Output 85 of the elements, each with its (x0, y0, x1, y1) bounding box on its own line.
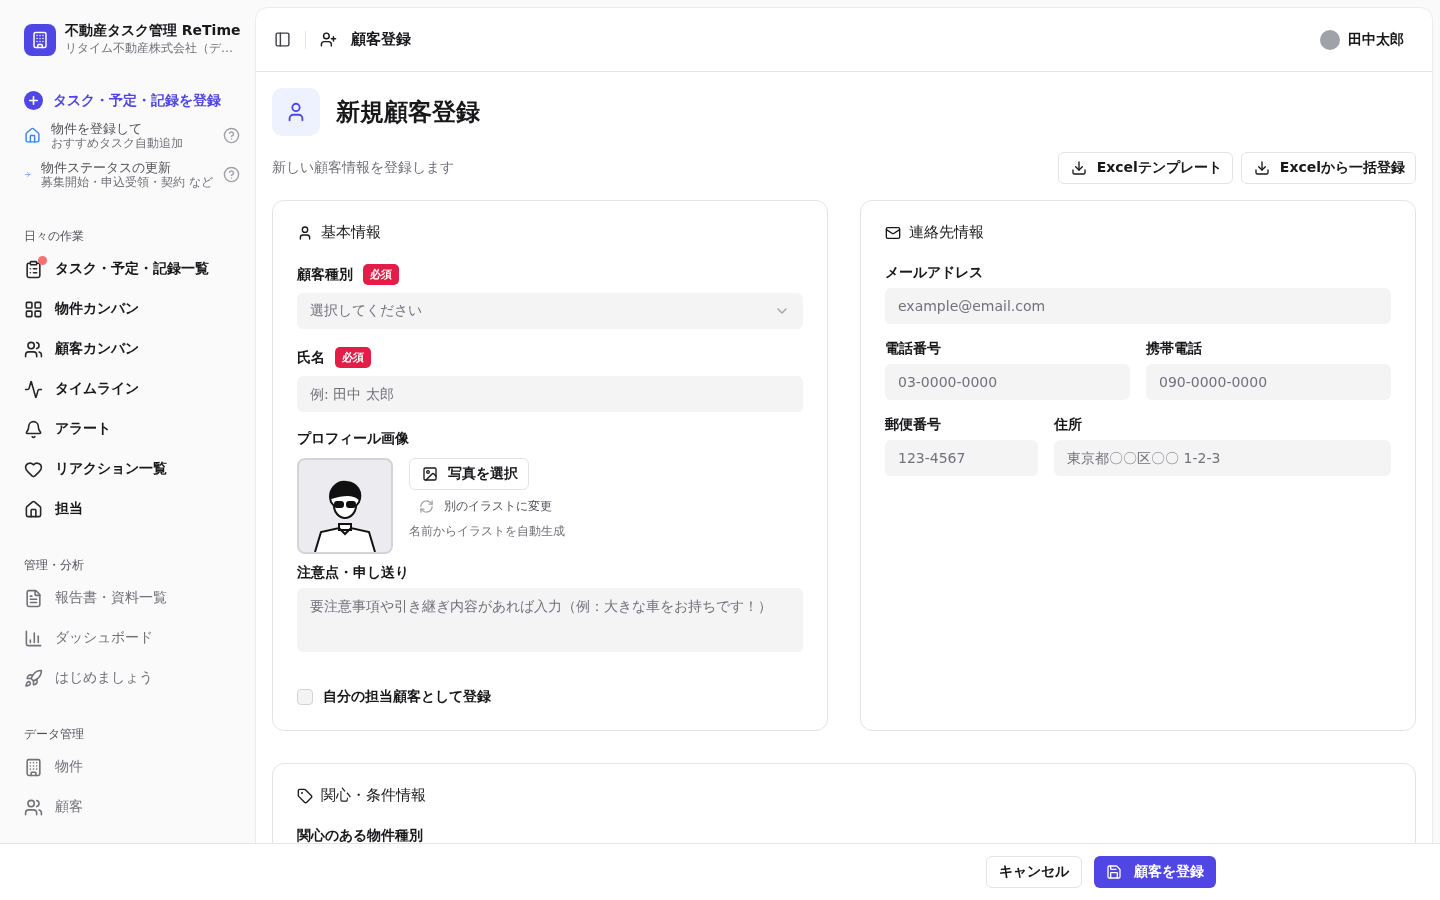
checkbox-label: 自分の担当顧客として登録 (323, 688, 491, 706)
change-illustration-button[interactable]: 別のイラストに変更 (409, 498, 562, 515)
sidebar-item[interactable]: リアクション一覧 (24, 449, 240, 489)
company-name: リタイム不動産株式会社（デ… (64, 40, 234, 57)
bar-chart-icon (24, 628, 43, 648)
user-icon (297, 224, 313, 241)
card-title: 関心・条件情報 (321, 786, 426, 805)
notes-textarea[interactable]: 要注意事項や引き継ぎ内容があれば入力（例：大きな車をお持ちです！） (297, 588, 803, 652)
app-logo-icon (24, 23, 56, 56)
app-title: 不動産タスク管理 ReTime (64, 22, 240, 40)
excel-button[interactable]: Excelテンプレート (1057, 152, 1233, 184)
page-title: 新規顧客登録 (336, 97, 480, 128)
sidebar-item[interactable]: はじめましょう (24, 658, 240, 698)
quick-action-link[interactable]: 物件ステータスの更新 募集開始・申込受領・契約 など (24, 155, 240, 194)
header-title: 顧客登録 (351, 30, 411, 49)
field-label: 氏名 (297, 348, 325, 367)
users-icon (24, 339, 43, 359)
download-icon (1253, 160, 1270, 176)
image-icon (422, 466, 438, 482)
field-label: 関心のある物件種別 (297, 827, 424, 845)
card-title: 基本情報 (321, 223, 381, 242)
sidebar-item[interactable]: ダッシュボード (24, 618, 240, 658)
sidebar-section-title: 管理・分析 (24, 557, 85, 574)
sidebar-item[interactable]: タイムライン (24, 369, 240, 409)
tag-icon (297, 787, 313, 804)
mail-icon (885, 224, 901, 241)
page-description: 新しい顧客情報を登録します (272, 159, 454, 177)
name-input[interactable]: 例: 田中 太郎 (297, 376, 803, 412)
choose-photo-button[interactable]: 写真を選択 (409, 458, 529, 490)
checkbox[interactable] (297, 689, 313, 705)
excel-button[interactable]: Excelから一括登録 (1240, 152, 1416, 184)
clipboard-icon (24, 259, 43, 279)
help-icon[interactable] (223, 166, 240, 183)
field-label: 住所 (1054, 416, 1084, 434)
field-label: 携帯電話 (1146, 340, 1203, 358)
submit-button[interactable]: 顧客を登録 (1094, 856, 1216, 888)
text-input[interactable]: 東京都〇〇区〇〇 1-2-3 (1054, 440, 1391, 476)
required-badge: 必須 (335, 347, 371, 368)
bell-icon (24, 419, 43, 439)
field-label: 顧客種別 (297, 265, 353, 284)
text-input[interactable]: 090-0000-0000 (1146, 364, 1391, 400)
house-icon (24, 499, 43, 519)
user-plus-icon (320, 31, 337, 48)
refresh-icon (419, 499, 434, 514)
building-icon (24, 757, 43, 777)
sidebar-section-title: 日々の作業 (24, 228, 85, 245)
field-label: メールアドレス (885, 264, 984, 282)
required-badge: 必須 (363, 264, 399, 285)
pulse-line-icon (24, 379, 43, 399)
text-input[interactable]: 03-0000-0000 (885, 364, 1130, 400)
user-avatar[interactable] (1320, 29, 1340, 50)
field-label: 電話番号 (885, 340, 942, 358)
helper-text: 名前からイラストを自動生成 (409, 523, 565, 540)
sidebar-item[interactable]: 報告書・資料一覧 (24, 578, 240, 618)
sidebar-toggle-icon[interactable] (274, 31, 291, 48)
sidebar-item[interactable]: アラート (24, 409, 240, 449)
users-icon (24, 797, 43, 817)
document-icon (24, 588, 43, 608)
cancel-button[interactable]: キャンセル (986, 856, 1082, 888)
text-input[interactable]: example@email.com (885, 288, 1391, 324)
sidebar-item[interactable]: 担当 (24, 489, 240, 529)
plus-icon (24, 91, 43, 110)
sidebar-item[interactable]: タスク・予定・記録一覧 (24, 249, 240, 289)
user-name: 田中太郎 (1348, 30, 1404, 49)
field-label: 注意点・申し送り (297, 564, 410, 582)
register-task-link[interactable]: タスク・予定・記録を登録 (24, 85, 240, 116)
quick-action-link[interactable]: 物件を登録して おすすめタスク自動追加 (24, 116, 240, 155)
sidebar-item[interactable]: 物件カンバン (24, 289, 240, 329)
card-title: 連絡先情報 (909, 223, 984, 242)
user-icon (272, 88, 320, 136)
field-label: プロフィール画像 (297, 430, 410, 448)
text-input[interactable]: 123-4567 (885, 440, 1039, 476)
sidebar-item[interactable]: 物件 (24, 747, 240, 787)
sidebar-section-title: データ管理 (24, 726, 85, 743)
heart-icon (24, 459, 43, 479)
sidebar-item[interactable]: 顧客カンバン (24, 329, 240, 369)
save-icon (1106, 864, 1122, 880)
help-icon[interactable] (223, 127, 240, 144)
customer-type-select[interactable]: 選択してください (297, 293, 803, 329)
house-icon (24, 127, 41, 144)
download-icon (1070, 160, 1087, 176)
rocket-icon (24, 668, 43, 688)
sidebar-item[interactable]: 顧客 (24, 787, 240, 827)
grid-icon (24, 299, 43, 319)
field-label: 郵便番号 (885, 416, 942, 434)
